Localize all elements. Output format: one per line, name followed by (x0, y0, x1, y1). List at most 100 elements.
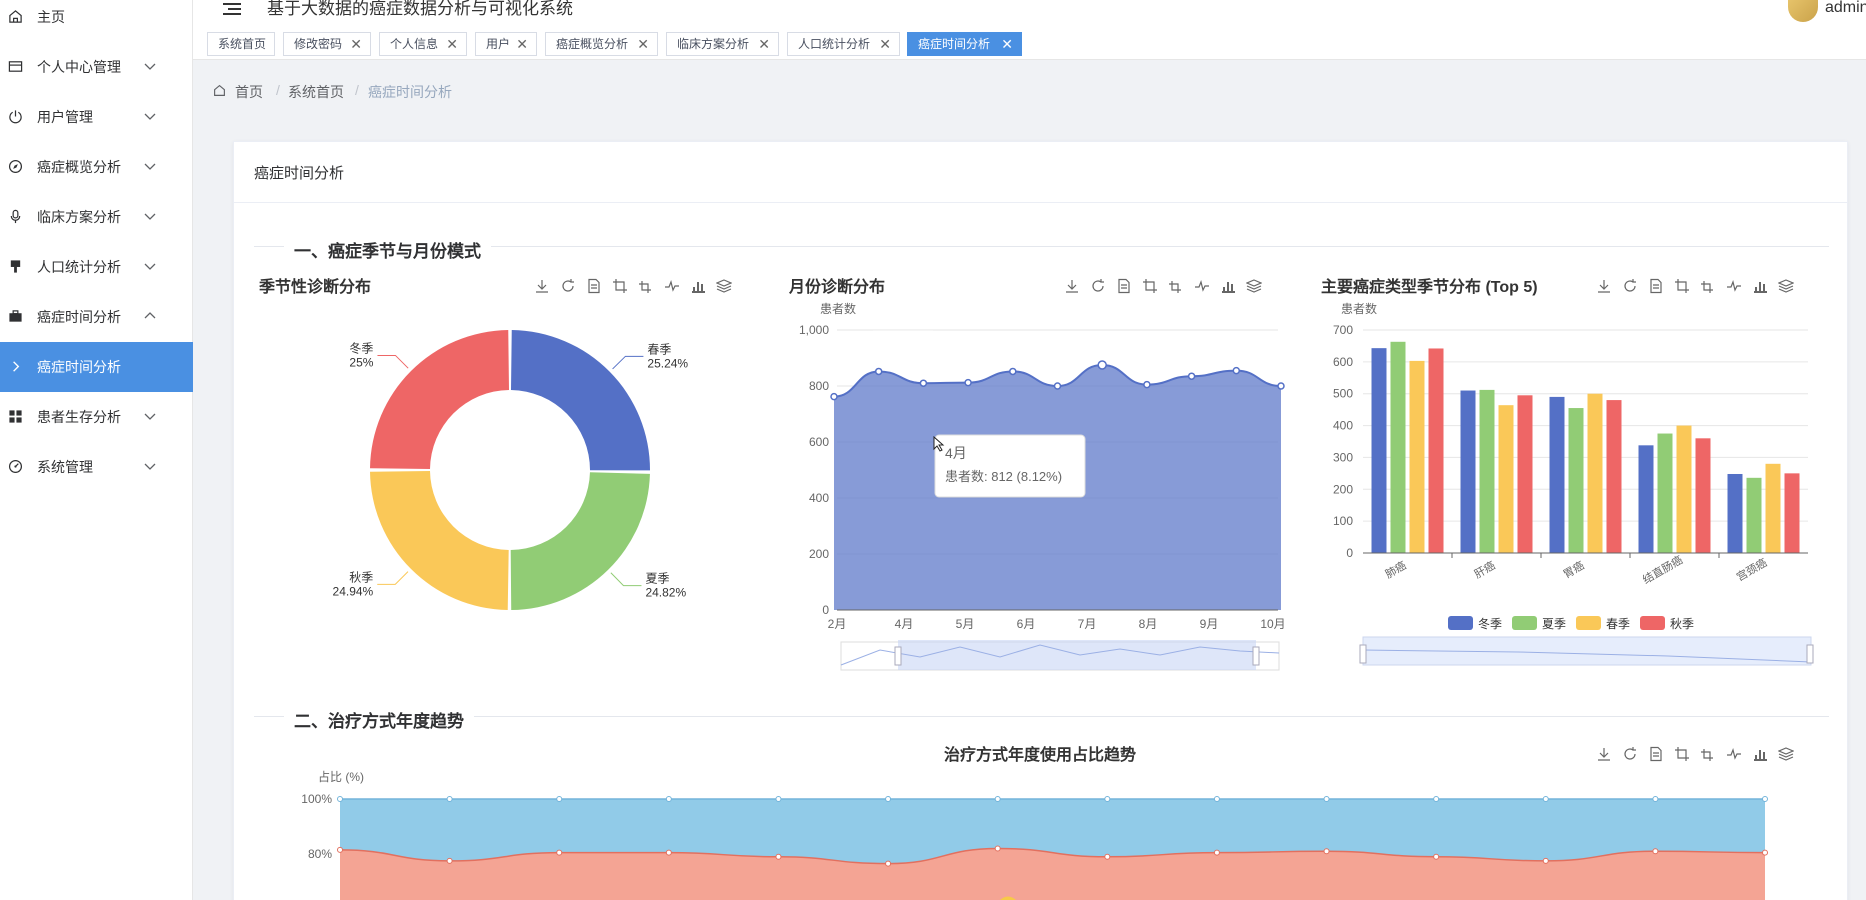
zoom-reset-icon[interactable] (1700, 278, 1716, 294)
refresh-icon[interactable] (1622, 278, 1638, 294)
refresh-icon[interactable] (560, 278, 576, 294)
sidebar-item-clinical[interactable]: 临床方案分析 (0, 192, 193, 242)
section-title: 一、癌症季节与月份模式 (284, 237, 491, 262)
sidebar-item-home[interactable]: 主页 (0, 0, 193, 42)
close-icon[interactable]: ✕ (758, 33, 770, 55)
tab-users[interactable]: 用户 ✕ (475, 32, 537, 56)
data-view-icon[interactable] (1116, 278, 1132, 294)
section-title: 二、治疗方式年度趋势 (284, 707, 474, 732)
hamburger-icon[interactable] (223, 3, 241, 15)
tab-cancer-time[interactable]: 癌症时间分析 ✕ (907, 32, 1022, 56)
sidebar-item-demographics[interactable]: 人口统计分析 (0, 242, 193, 292)
refresh-icon[interactable] (1622, 746, 1638, 762)
chart-title: 月份诊断分布 (789, 279, 886, 296)
zoom-icon[interactable] (612, 278, 628, 294)
tab-home[interactable]: 系统首页 (207, 32, 275, 56)
bar-chart-icon[interactable] (1752, 278, 1768, 294)
y-tick-label: 400 (809, 491, 829, 505)
stack-icon[interactable] (716, 278, 732, 294)
y-tick-label: 400 (1333, 419, 1353, 433)
username[interactable]: admin (1825, 0, 1866, 16)
stack-icon[interactable] (1778, 746, 1794, 762)
y-tick-label: 600 (809, 435, 829, 449)
download-icon[interactable] (1596, 746, 1612, 762)
zoom-reset-icon[interactable] (1700, 746, 1716, 762)
close-icon[interactable]: ✕ (446, 33, 458, 55)
data-point (1323, 796, 1330, 802)
bar-chart-icon[interactable] (1220, 278, 1236, 294)
download-icon[interactable] (1596, 278, 1612, 294)
zoom-icon[interactable] (1674, 278, 1690, 294)
stack-icon[interactable] (1246, 278, 1262, 294)
close-icon[interactable]: ✕ (1001, 33, 1013, 55)
line-chart-icon[interactable] (664, 278, 680, 294)
zoom-reset-icon[interactable] (638, 278, 654, 294)
data-point (1277, 382, 1285, 390)
legend-label: 冬季 (1478, 616, 1502, 631)
sidebar-item-label: 主页 (37, 9, 65, 25)
bar (1409, 360, 1425, 553)
tab-profile[interactable]: 个人信息 ✕ (379, 32, 467, 56)
zoom-handle-right[interactable] (1252, 646, 1260, 666)
data-view-icon[interactable] (586, 278, 602, 294)
data-view-icon[interactable] (1648, 278, 1664, 294)
data-point (337, 846, 343, 853)
tab-clinical[interactable]: 临床方案分析 ✕ (666, 32, 779, 56)
bar (1568, 408, 1584, 553)
chevron-down-icon (144, 213, 156, 220)
line-chart-icon[interactable] (1726, 278, 1742, 294)
close-icon[interactable]: ✕ (350, 33, 362, 55)
close-icon[interactable]: ✕ (637, 33, 649, 55)
data-zoom-slider[interactable] (1359, 636, 1814, 666)
data-point (1542, 796, 1549, 802)
data-view-icon[interactable] (1648, 746, 1664, 762)
line-chart-icon[interactable] (1194, 278, 1210, 294)
pie-label-percent: 25% (349, 355, 373, 369)
chevron-up-icon (144, 312, 156, 319)
data-point (874, 367, 883, 376)
data-point (1104, 796, 1111, 802)
home-icon (9, 10, 22, 23)
download-icon[interactable] (1064, 278, 1080, 294)
x-tick-label: 肝癌 (1471, 558, 1497, 581)
zoom-handle-left[interactable] (894, 646, 902, 666)
sidebar-subitem-cancer-time-analysis[interactable]: 癌症时间分析 (0, 342, 193, 392)
breadcrumb-home[interactable]: 首页 (235, 82, 263, 102)
zoom-icon[interactable] (1142, 278, 1158, 294)
tab-demographics[interactable]: 人口统计分析 ✕ (787, 32, 900, 56)
pie-label-line (610, 572, 642, 587)
sidebar-item-cancer-overview[interactable]: 癌症概览分析 (0, 142, 193, 192)
bar (1479, 389, 1495, 553)
pie-slice (510, 472, 650, 610)
y-tick-label: 200 (1333, 482, 1353, 496)
y-tick-label: 1,000 (799, 323, 829, 337)
download-icon[interactable] (534, 278, 550, 294)
bar (1657, 433, 1673, 553)
x-tick-label: 10月 (1260, 617, 1285, 631)
bar-chart-icon[interactable] (1752, 746, 1768, 762)
tab-cancer-overview[interactable]: 癌症概览分析 ✕ (545, 32, 658, 56)
avatar[interactable] (1788, 0, 1818, 22)
bar-chart-icon[interactable] (690, 278, 706, 294)
data-point (994, 845, 1001, 852)
sidebar-item-system[interactable]: 系统管理 (0, 442, 193, 492)
refresh-icon[interactable] (1090, 278, 1106, 294)
sidebar-item-survival[interactable]: 患者生存分析 (0, 392, 193, 442)
bar (1517, 395, 1533, 553)
tab-label: 癌症时间分析 (918, 37, 991, 51)
close-icon[interactable]: ✕ (516, 33, 528, 55)
zoom-reset-icon[interactable] (1168, 278, 1184, 294)
zoom-icon[interactable] (1674, 746, 1690, 762)
breadcrumb-parent[interactable]: 系统首页 (288, 82, 344, 102)
close-icon[interactable]: ✕ (879, 33, 891, 55)
line-chart-icon[interactable] (1726, 746, 1742, 762)
zoom-handle-left[interactable] (1359, 644, 1367, 664)
sidebar-item-label: 癌症时间分析 (37, 309, 121, 325)
sidebar-item-profile-center[interactable]: 个人中心管理 (0, 42, 193, 92)
sidebar-item-cancer-time[interactable]: 癌症时间分析 (0, 292, 193, 342)
sidebar-item-users[interactable]: 用户管理 (0, 92, 193, 142)
data-zoom-slider[interactable] (840, 640, 1280, 671)
zoom-handle-right[interactable] (1806, 644, 1814, 664)
tab-change-password[interactable]: 修改密码 ✕ (283, 32, 371, 56)
stack-icon[interactable] (1778, 278, 1794, 294)
